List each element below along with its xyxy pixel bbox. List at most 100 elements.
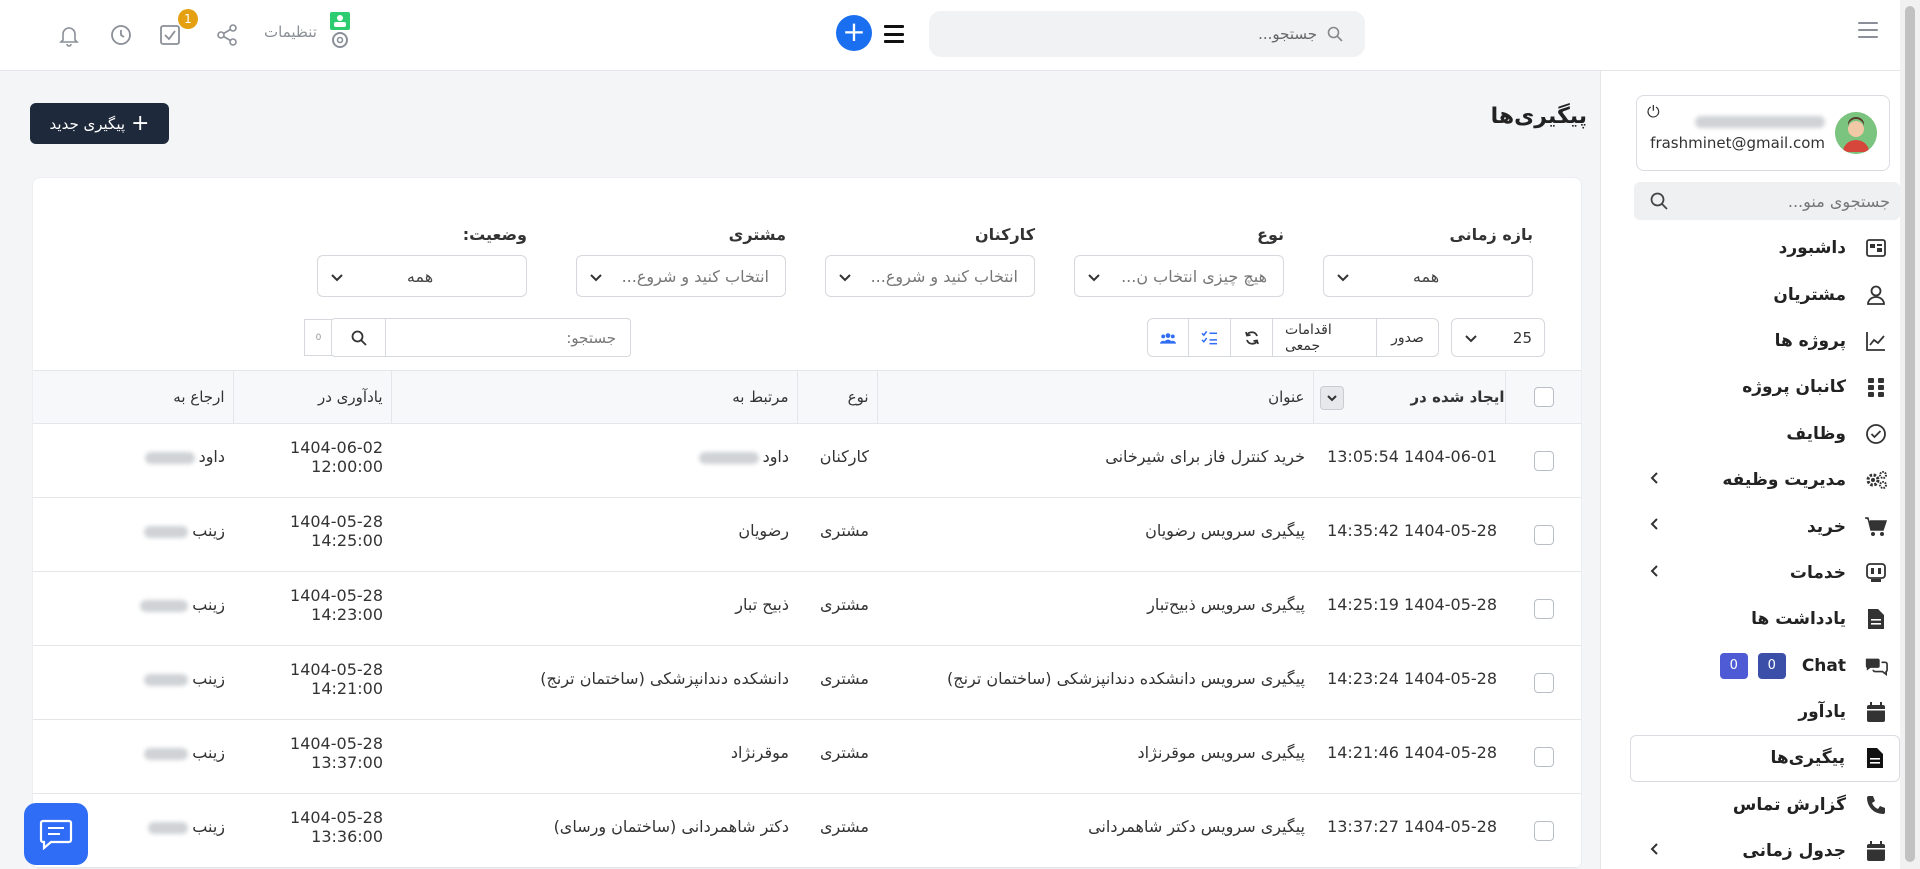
title-value[interactable]: پیگیری سرویس ذبیح‌تبار	[1147, 595, 1305, 614]
sidebar-item-timeline[interactable]: جدول زمانی	[1630, 828, 1900, 869]
list-check-icon	[1201, 330, 1218, 344]
export-button[interactable]: صدور	[1377, 318, 1439, 357]
header-created[interactable]: ایجاد شده در	[1312, 370, 1505, 424]
table-row[interactable]: 1404-05-28 14:21:46 پیگیری سرویس موقرنژا…	[33, 720, 1581, 794]
header-assigned[interactable]: ارجاع به	[33, 371, 233, 424]
title-value[interactable]: پیگیری سرویس موقرنژاد	[1138, 743, 1305, 762]
settings-link[interactable]: تنظیمات	[264, 12, 357, 52]
menu-search-placeholder: جستجوی منو...	[1787, 191, 1890, 211]
menu-lines-icon[interactable]	[884, 25, 904, 43]
select-all-checkbox[interactable]	[1534, 387, 1555, 407]
header-title[interactable]: عنوان	[876, 370, 1313, 424]
page-title: پیگیری‌ها	[1490, 104, 1587, 129]
sidebar-item-customers[interactable]: مشتریان	[1630, 271, 1900, 317]
table-row[interactable]: 1404-06-01 13:05:54 خرید کنترل فاز برای …	[33, 424, 1581, 498]
new-followup-button[interactable]: + پیگیری جدید	[30, 103, 169, 144]
global-search-input[interactable]: جستجو...	[929, 11, 1365, 57]
row-checkbox[interactable]	[1534, 820, 1554, 841]
related-value[interactable]: رضویان	[738, 521, 789, 540]
row-checkbox[interactable]	[1534, 746, 1554, 767]
related-value[interactable]: داود	[763, 447, 789, 466]
power-icon[interactable]: ⏻	[1647, 102, 1660, 122]
title-cell[interactable]: پیگیری سرویس دکتر شاهمردانی	[877, 794, 1313, 868]
type-select[interactable]: هیچ چیزی انتخاب ن...	[1074, 255, 1284, 297]
refresh-button[interactable]	[1231, 318, 1273, 357]
sidebar-toggle-icon[interactable]	[1858, 22, 1878, 38]
created-value: 1404-05-28 14:25:19	[1327, 595, 1497, 614]
bulk-actions-button[interactable]: اقدامات جمعی	[1273, 318, 1377, 357]
tasks-check-icon[interactable]	[158, 23, 182, 47]
row-checkbox[interactable]	[1534, 598, 1554, 619]
title-value[interactable]: پیگیری سرویس رضویان	[1145, 521, 1305, 540]
chat-icon	[1864, 654, 1888, 678]
bell-icon[interactable]	[57, 23, 81, 47]
row-checkbox[interactable]	[1534, 672, 1554, 693]
sidebar-item-call-report[interactable]: گزارش تماس	[1630, 782, 1900, 828]
title-cell[interactable]: پیگیری سرویس دانشکده دندانپزشکی (ساختمان…	[877, 646, 1313, 720]
related-value[interactable]: ذبیح تبار	[735, 595, 789, 614]
created-value: 1404-06-01 13:05:54	[1327, 447, 1497, 466]
sidebar-item-task-management[interactable]: مدیریت وظیفه	[1630, 457, 1900, 503]
table-toolbar: اقدامات جمعی صدور	[1147, 318, 1439, 357]
row-checkbox[interactable]	[1534, 450, 1554, 471]
created-value: 1404-05-28 13:37:27	[1327, 817, 1497, 836]
related-value[interactable]: دانشکده دندانپزشکی (ساختمان ترنج)	[540, 669, 789, 688]
title-cell[interactable]: خرید کنترل فاز برای شیرخانی	[877, 424, 1313, 498]
sidebar-item-projects[interactable]: پروژه ها	[1630, 318, 1900, 364]
title-cell[interactable]: پیگیری سرویس رضویان	[877, 498, 1313, 572]
title-value[interactable]: خرید کنترل فاز برای شیرخانی	[1105, 447, 1305, 466]
header-reminder-label: یادآوری در	[317, 388, 383, 406]
table-row[interactable]: 1404-05-28 14:35:42 پیگیری سرویس رضویان …	[33, 498, 1581, 572]
table-row[interactable]: 1404-05-28 14:25:19 پیگیری سرویس ذبیح‌تب…	[33, 572, 1581, 646]
assign-users-button[interactable]	[1147, 318, 1189, 357]
reminder-cell: 1404-05-28 14:21:00	[233, 646, 391, 720]
title-cell[interactable]: پیگیری سرویس ذبیح‌تبار	[877, 572, 1313, 646]
user-card[interactable]: frashminet@gmail.com ⏻	[1636, 95, 1890, 171]
chevron-left-icon	[1650, 518, 1658, 531]
type-value: مشتری	[819, 521, 869, 540]
quick-add-button[interactable]: +	[836, 15, 872, 51]
sidebar-item-followups[interactable]: پیگیری‌ها	[1630, 735, 1900, 782]
table-row[interactable]: 1404-05-28 13:37:27 پیگیری سرویس دکتر شا…	[33, 794, 1581, 868]
sidebar-item-tasks[interactable]: وظایف	[1630, 411, 1900, 457]
title-cell[interactable]: پیگیری سرویس موقرنژاد	[877, 720, 1313, 794]
sidebar-item-services[interactable]: خدمات	[1630, 550, 1900, 596]
scrollbar-thumb[interactable]	[1905, 6, 1915, 862]
clock-icon[interactable]	[109, 23, 133, 47]
chevron-down-icon	[590, 274, 602, 282]
header-type[interactable]: نوع	[796, 370, 877, 424]
table-row[interactable]: 1404-05-28 14:23:24 پیگیری سرویس دانشکده…	[33, 646, 1581, 720]
menu-search-input[interactable]: جستجوی منو...	[1634, 182, 1900, 220]
row-checkbox[interactable]	[1534, 524, 1554, 545]
table-search-input[interactable]: جستجو: 0	[304, 318, 631, 357]
header-related-label: مرتبط به	[732, 388, 789, 406]
header-reminder[interactable]: یادآوری در	[232, 370, 391, 424]
period-select[interactable]: همه	[1323, 255, 1533, 297]
row-select-cell	[1505, 572, 1581, 646]
toggle-columns-button[interactable]	[1189, 318, 1231, 357]
related-value[interactable]: موقرنژاد	[731, 743, 789, 762]
header-related[interactable]: مرتبط به	[390, 370, 797, 424]
support-chat-button[interactable]	[24, 803, 88, 865]
gears-icon	[1864, 468, 1888, 492]
staff-select[interactable]: انتخاب کنید و شروع...	[825, 255, 1035, 297]
user-email: frashminet@gmail.com	[1650, 134, 1825, 152]
sidebar-item-reminder[interactable]: یادآور	[1630, 689, 1900, 735]
table-search-button[interactable]	[332, 319, 386, 356]
sort-chevron-icon[interactable]	[1319, 386, 1344, 410]
title-value[interactable]: پیگیری سرویس دانشکده دندانپزشکی (ساختمان…	[947, 669, 1305, 688]
sidebar-item-kanban[interactable]: کانبان پروژه	[1630, 364, 1900, 410]
sidebar-item-label: یادآور	[1798, 702, 1846, 723]
sidebar-item-chat[interactable]: Chat 0 0	[1630, 643, 1900, 689]
share-icon[interactable]	[215, 23, 239, 47]
customer-select[interactable]: انتخاب کنید و شروع...	[576, 255, 786, 297]
page-length-select[interactable]: 25	[1451, 318, 1545, 357]
related-value[interactable]: دکتر شاهمردانی (ساختمان ورسای)	[554, 817, 789, 836]
status-select[interactable]: همه	[317, 255, 527, 297]
sidebar-item-notes[interactable]: یادداشت ها	[1630, 596, 1900, 642]
page-scrollbar[interactable]	[1900, 0, 1920, 869]
sidebar-item-dashboard[interactable]: داشبورد	[1630, 225, 1900, 271]
sidebar-item-purchase[interactable]: خرید	[1630, 503, 1900, 549]
title-value[interactable]: پیگیری سرویس دکتر شاهمردانی	[1088, 817, 1305, 836]
related-cell: موقرنژاد	[391, 720, 797, 794]
